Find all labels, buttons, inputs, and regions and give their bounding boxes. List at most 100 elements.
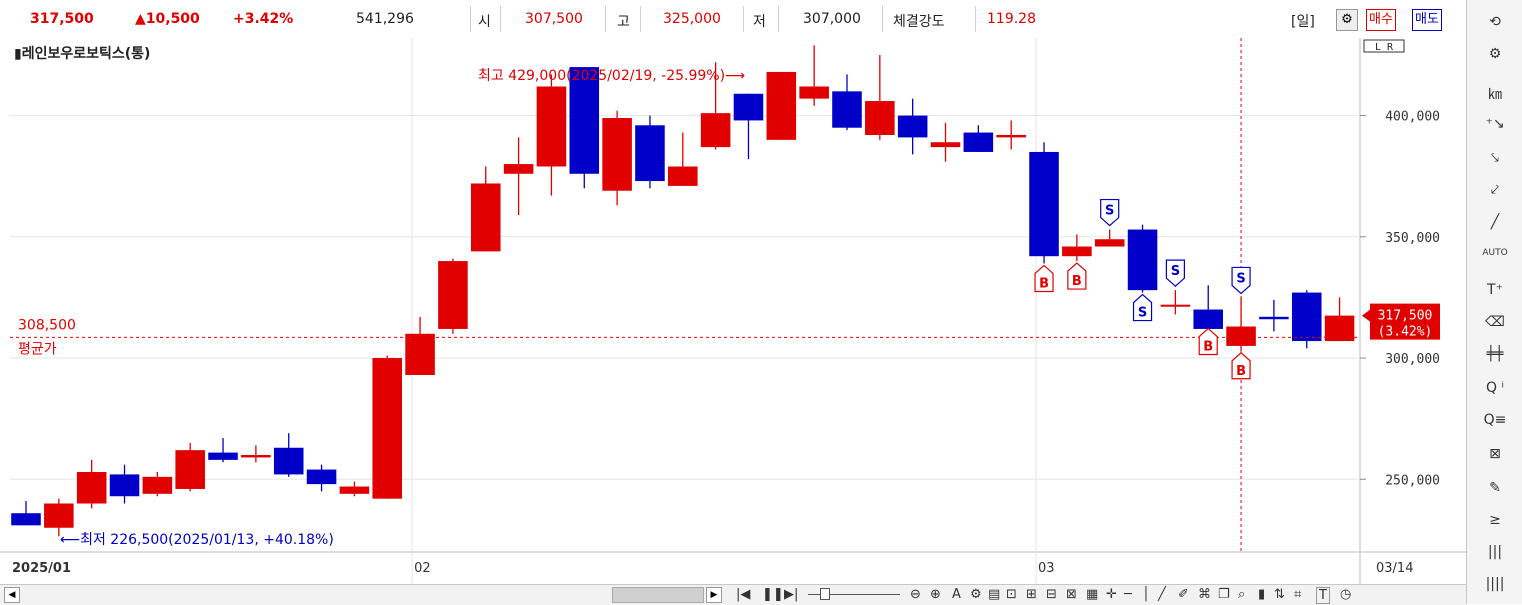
candle[interactable] [1029,142,1059,264]
fit-icon[interactable]: ⌗ [1294,587,1301,602]
candle-body [897,115,928,138]
candle[interactable] [569,67,600,189]
zoom-in-icon[interactable]: ⊕ [930,587,941,602]
trendline-icon[interactable]: ╱ [1158,587,1166,602]
high-value: 325,000 [663,11,721,27]
settings-gear-icon[interactable]: ⚙ [1336,9,1358,31]
candle[interactable] [766,71,797,140]
candle-body [306,469,337,485]
scroll-thumb[interactable] [612,587,704,603]
bar-icon[interactable]: ▦ [1086,587,1098,602]
refresh-icon[interactable]: ⟲ [1467,14,1522,30]
draw-icon[interactable]: ✐ [1178,587,1189,602]
zoom-chart-icon[interactable]: ⊠ [1467,446,1522,462]
candle-body [273,447,304,475]
chart-type-icon[interactable]: ㎞ [1467,84,1522,104]
chart-icon[interactable]: ⊡ [1006,587,1017,602]
candle-body [109,474,140,497]
candle-body [1193,309,1223,329]
scroll-left-button[interactable]: ◀ [4,587,20,603]
next-icon[interactable]: ▶| [784,587,798,602]
candle-body [438,261,468,329]
compare-icon[interactable]: ⊠ [1066,587,1077,602]
text-tool-icon[interactable]: T⁺ [1467,282,1522,298]
clock-icon[interactable]: ◷ [1340,587,1351,602]
eraser-icon[interactable]: ⌫ [1467,314,1522,330]
last-price-label: 317,500 [1378,309,1433,324]
candle-body [11,513,41,526]
crosshair-icon[interactable]: ✛ [1106,587,1117,602]
candle[interactable] [372,355,403,499]
candlestick-svg[interactable]: B B S S S B S B 250,000 300,000 350,000 400,000 202… [0,38,1466,584]
vertical-lines-2-icon[interactable]: |||| [1467,576,1522,592]
candle-body [700,113,731,148]
candle[interactable] [438,258,468,334]
auto-trend-icon[interactable]: AUTO [1467,248,1522,258]
pause-icon[interactable]: ❚❚ [762,587,784,602]
candle-body [339,486,370,494]
vline-icon[interactable]: │ [1142,587,1150,602]
draw-up-icon[interactable]: ⤦ [1467,182,1522,198]
svg-text:B: B [1236,364,1246,379]
zoom-info-icon[interactable]: Q ⁱ [1467,380,1522,396]
candle[interactable] [1291,290,1322,349]
line-tool-icon[interactable]: ╱ [1467,214,1522,230]
low-value: 307,000 [803,11,861,27]
zoom-list-icon[interactable]: Q≡ [1467,412,1522,428]
copy-icon[interactable]: ❐ [1218,587,1230,602]
x-tick-label: 03/14 [1376,561,1413,576]
period-selector[interactable]: [일] [1291,11,1315,31]
vertical-lines-icon[interactable]: ||| [1467,544,1522,560]
candle-body [1062,246,1092,257]
dollar-chart-icon[interactable]: ✎ [1467,480,1522,496]
candle-body [799,86,829,99]
price-chart[interactable]: B B S S S B S B 250,000 300,000 350,000 400,000 202… [0,38,1466,584]
low-label: 저 [753,14,766,30]
candle-body [405,333,435,376]
lr-label: L R [1375,42,1394,53]
marker-icon[interactable]: ▮ [1258,587,1265,602]
candle-body [1291,292,1322,342]
candle-icon[interactable]: ╪╪ [1467,346,1522,362]
buy-button[interactable]: 매수 [1366,9,1396,31]
price-change-pct: +3.42% [233,11,294,27]
candle[interactable] [175,442,205,492]
strength-value: 119.28 [987,11,1036,27]
last-price-pct-label: (3.42%) [1378,325,1433,340]
candle[interactable] [1127,224,1158,293]
text-a-icon[interactable]: A [952,587,961,602]
export-icon[interactable]: ⊞ [1026,587,1037,602]
table-icon[interactable]: ⊟ [1046,587,1057,602]
candle-body [1029,151,1059,257]
x-tick-label: 03 [1038,561,1055,576]
pattern-icon[interactable]: ⌘ [1198,587,1211,602]
draw-down-icon[interactable]: ⤥ [1467,150,1522,166]
scroll-right-button[interactable]: ▶ [706,587,722,603]
avg-price-value: 308,500 [18,317,76,333]
svg-text:S: S [1236,271,1245,286]
gear-icon[interactable]: ⚙ [1467,46,1522,62]
search-icon[interactable]: ⌕ [1238,587,1245,602]
volume: 541,296 [356,11,414,27]
candle-body [76,471,107,504]
hline-icon[interactable]: ─ [1124,587,1132,602]
indicator-icon[interactable]: ▤ [988,587,1000,602]
x-tick-label: 2025/01 [12,561,71,576]
lr-toggle[interactable]: L R [1363,39,1405,53]
candle-body [930,142,961,148]
candle-body [733,93,764,121]
zoom-out-icon[interactable]: ⊖ [910,587,921,602]
candle-body [602,118,632,191]
text-t-icon[interactable]: T [1316,587,1330,604]
first-icon[interactable]: |◀ [736,587,750,602]
candle-body [1226,326,1256,346]
candle[interactable] [635,115,665,189]
updown-icon[interactable]: ⇅ [1274,587,1285,602]
zoom-slider-thumb[interactable] [820,588,830,600]
fibonacci-icon[interactable]: ≥ [1467,512,1522,528]
settings-icon[interactable]: ⚙ [970,587,982,602]
candle-body [175,450,205,489]
sell-button[interactable]: 매도 [1412,9,1442,31]
svg-text:B: B [1203,340,1213,355]
add-indicator-icon[interactable]: ⁺↘ [1467,116,1522,132]
